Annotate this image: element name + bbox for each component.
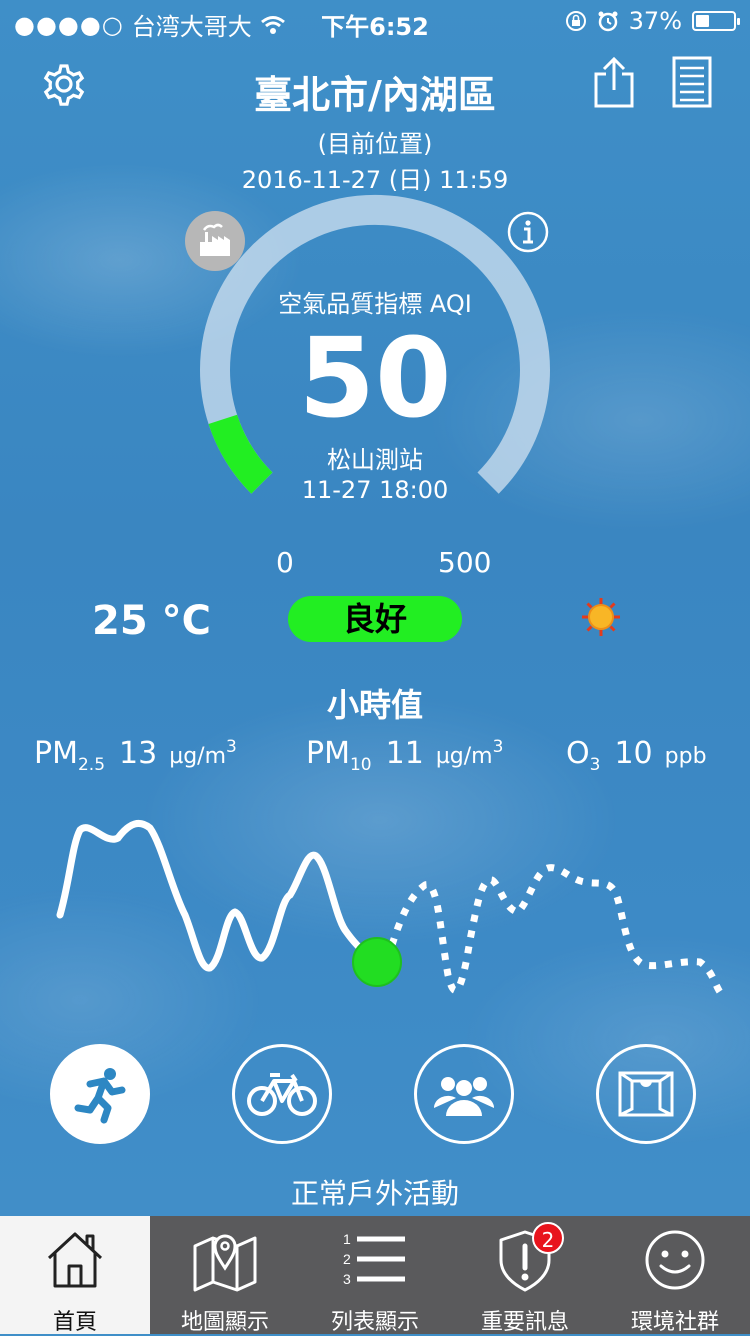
- o3-label: O: [566, 736, 590, 771]
- group-icon: [433, 1077, 495, 1116]
- tab-label: 列表顯示: [330, 1310, 419, 1335]
- map-icon: [193, 1234, 257, 1292]
- activity-running-button[interactable]: [50, 1044, 150, 1144]
- temperature: 25 °C: [92, 598, 211, 644]
- pm25-label: PM: [34, 736, 78, 771]
- sun-icon: [582, 598, 620, 636]
- activity-group-button[interactable]: [414, 1044, 514, 1144]
- tab-community[interactable]: 環境社群: [600, 1216, 750, 1335]
- pm25-value: 13: [119, 736, 158, 771]
- scale-min: 0: [276, 546, 294, 579]
- tab-alerts[interactable]: 2 重要訊息: [450, 1216, 600, 1335]
- svg-text:1: 1: [343, 1231, 351, 1247]
- station-name: 松山測站: [327, 446, 423, 474]
- activity-window-button[interactable]: [596, 1044, 696, 1144]
- scale-max: 500: [438, 546, 492, 579]
- pm25-metric: PM2.5 13 µg/m3: [34, 736, 237, 775]
- smiley-icon: [645, 1230, 705, 1290]
- tab-label: 環境社群: [630, 1310, 719, 1335]
- tab-label: 地圖顯示: [180, 1310, 269, 1335]
- activity-cycling-button[interactable]: [232, 1044, 332, 1144]
- pm10-metric: PM10 11 µg/m3: [306, 736, 503, 775]
- air-quality-status-badge: 良好: [288, 596, 462, 642]
- list-icon: 1 2 3: [343, 1231, 405, 1287]
- pm10-label: PM: [306, 736, 350, 771]
- tab-map[interactable]: 地圖顯示: [150, 1216, 300, 1335]
- alert-count-badge: 2: [532, 1222, 564, 1254]
- o3-unit: ppb: [664, 744, 707, 769]
- pm25-unit-sup: 3: [226, 737, 237, 757]
- runner-icon: [74, 1068, 126, 1124]
- o3-sub: 3: [589, 755, 601, 775]
- tab-home[interactable]: 首頁: [0, 1216, 150, 1335]
- window-icon: [618, 1071, 674, 1117]
- tab-bar: 首頁 地圖顯示 1 2 3 列表顯示 2 重要訊息 環境社群: [0, 1216, 750, 1335]
- tab-label: 首頁: [52, 1310, 97, 1335]
- pm10-value: 11: [385, 736, 424, 771]
- pm25-sub: 2.5: [77, 755, 106, 775]
- svg-text:3: 3: [343, 1271, 351, 1287]
- hourly-title: 小時值: [326, 686, 423, 724]
- trend-forecast-line: [388, 864, 723, 995]
- svg-text:2: 2: [343, 1251, 351, 1267]
- home-icon: [47, 1232, 103, 1288]
- tab-list[interactable]: 1 2 3 列表顯示: [300, 1216, 450, 1335]
- trend-current-point: [352, 937, 402, 987]
- o3-value: 10: [614, 736, 653, 771]
- activity-advice: 正常戶外活動: [290, 1177, 459, 1210]
- pm25-unit: µg/m: [169, 744, 227, 769]
- tab-label: 重要訊息: [480, 1310, 569, 1335]
- station-time: 11-27 18:00: [301, 476, 449, 504]
- o3-metric: O3 10 ppb: [566, 736, 707, 775]
- info-icon[interactable]: [506, 210, 550, 254]
- aqi-value: 50: [298, 314, 452, 442]
- pm10-unit-sup: 3: [492, 737, 504, 757]
- pm10-unit: µg/m: [435, 744, 493, 769]
- bicycle-icon: [247, 1073, 317, 1116]
- pm10-sub: 10: [349, 755, 372, 775]
- factory-icon[interactable]: [184, 210, 246, 272]
- trend-past-line: [56, 819, 379, 972]
- aqi-trend-chart: [56, 819, 723, 995]
